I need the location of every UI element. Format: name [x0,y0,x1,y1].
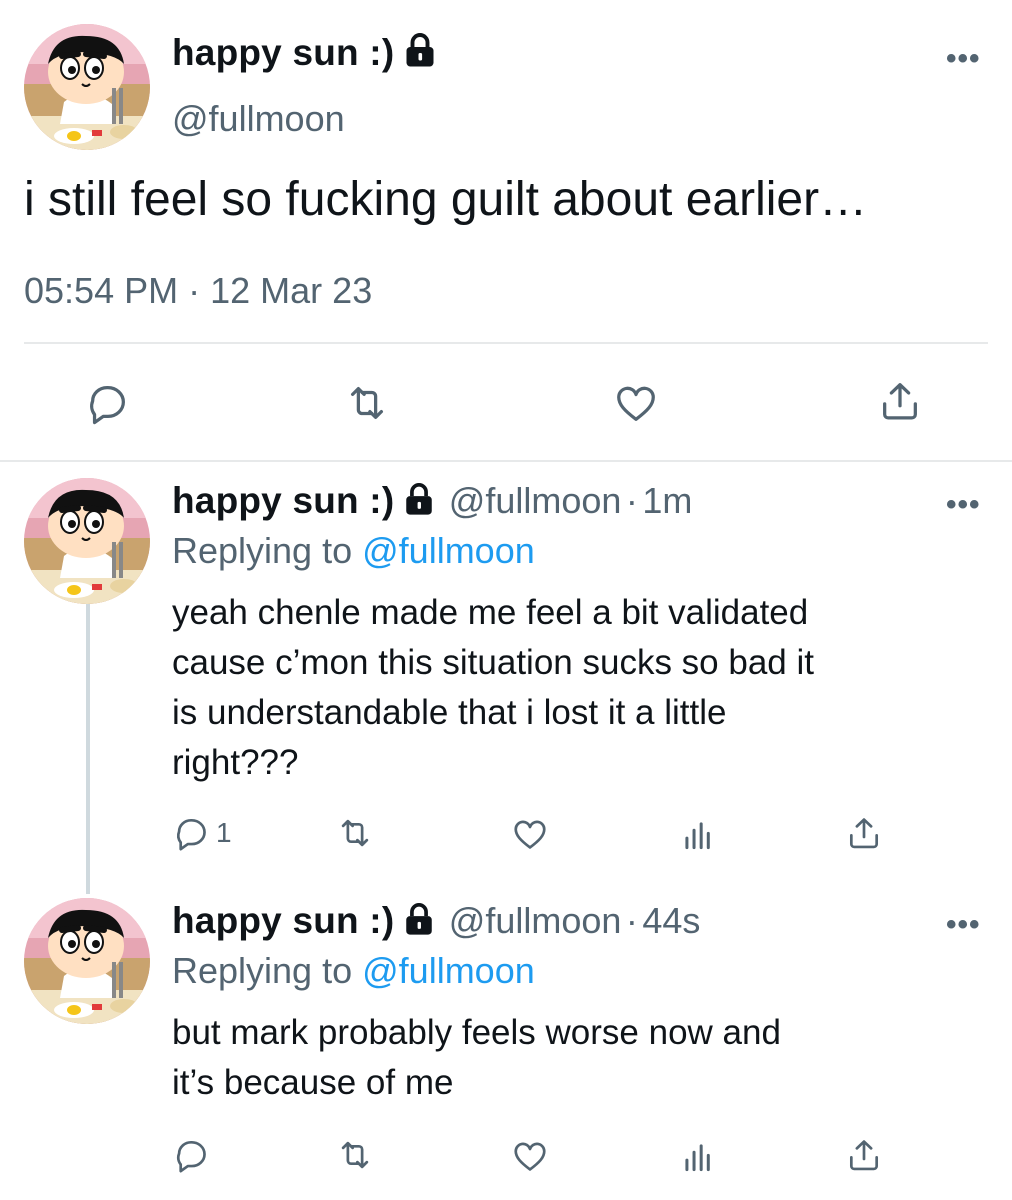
reply-icon[interactable] [84,380,130,426]
avatar[interactable] [24,478,150,604]
replying-handle-link[interactable]: @fullmoon [362,950,535,991]
more-icon[interactable]: ••• [946,488,981,522]
replying-to: Replying to @fullmoon [172,950,535,992]
retweet-icon[interactable] [336,1136,374,1174]
views-icon[interactable] [679,816,717,854]
header-separator: · [625,900,638,941]
header-separator: · [625,480,638,521]
tweet-text-line: is understandable that i lost it a littl… [172,693,727,732]
tweet-text-line: but mark probably feels worse now and [172,1013,781,1052]
lock-icon [402,902,436,936]
lock-icon [402,482,436,516]
divider [0,460,1012,462]
tweet-text-line: it’s because of me [172,1063,454,1102]
display-name[interactable]: happy sun :) [172,900,394,941]
reply-header: happy sun :) @fullmoon · 44s [172,900,700,942]
tweet-timestamp[interactable]: 05:54 PM · 12 Mar 23 [24,270,372,312]
timestamp-separator: · [188,270,201,311]
user-handle[interactable]: @fullmoon [172,98,345,140]
more-icon[interactable]: ••• [946,42,981,76]
user-handle[interactable]: @fullmoon [449,900,622,941]
tweet-text: yeah chenle made me feel a bit validated… [172,588,814,788]
retweet-icon[interactable] [344,380,390,426]
retweet-icon[interactable] [336,814,374,852]
reply-icon[interactable] [172,814,210,852]
reply-icon[interactable] [172,1136,210,1174]
tweet-text-line: right??? [172,743,299,782]
display-name[interactable]: happy sun :) [172,480,394,521]
thread-line [86,604,90,894]
tweet-age[interactable]: 1m [642,480,692,521]
tweet-text: i still feel so fucking guilt about earl… [24,173,868,226]
tweet-text: but mark probably feels worse now and it… [172,1008,781,1108]
tweet-text-line: yeah chenle made me feel a bit validated [172,593,809,632]
tweet-time: 05:54 PM [24,270,179,311]
user-handle[interactable]: @fullmoon [449,480,622,521]
tweet-date: 12 Mar 23 [210,270,373,311]
views-icon[interactable] [679,1138,717,1176]
tweet-age[interactable]: 44s [642,900,700,941]
replying-prefix: Replying to [172,530,353,571]
like-icon[interactable] [511,815,549,853]
avatar[interactable] [24,898,150,1024]
reply-count: 1 [216,817,232,848]
like-icon[interactable] [613,380,659,426]
share-icon[interactable] [845,1136,883,1174]
lock-icon [402,32,438,68]
like-icon[interactable] [511,1137,549,1175]
more-icon[interactable]: ••• [946,908,981,942]
share-icon[interactable] [877,378,923,424]
reply-button[interactable] [172,1136,216,1174]
avatar[interactable] [24,24,150,150]
replying-handle-link[interactable]: @fullmoon [362,530,535,571]
reply-header: happy sun :) @fullmoon · 1m [172,480,692,522]
tweet-text-line: cause c’mon this situation sucks so bad … [172,643,814,682]
divider [24,342,988,344]
share-icon[interactable] [845,814,883,852]
replying-prefix: Replying to [172,950,353,991]
replying-to: Replying to @fullmoon [172,530,535,572]
display-name[interactable]: happy sun :) [172,32,438,74]
reply-button[interactable]: 1 [172,814,232,852]
